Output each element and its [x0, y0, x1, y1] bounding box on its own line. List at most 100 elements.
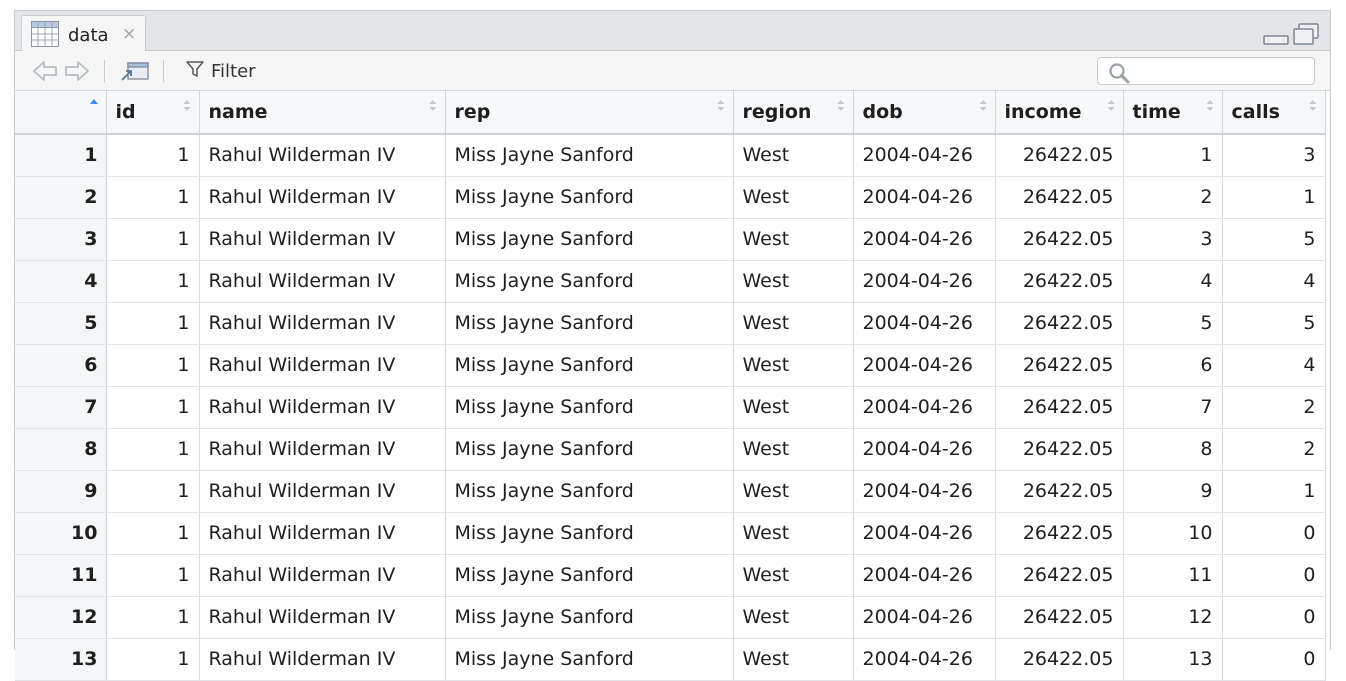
sort-ascending-icon[interactable]	[89, 98, 98, 114]
cell-dob: 2004-04-26	[853, 554, 996, 597]
cell-dob: 2004-04-26	[853, 260, 996, 303]
cell-region: West	[733, 554, 854, 597]
cell-income: 26422.05	[995, 260, 1124, 303]
tab-data[interactable]: data ×	[21, 15, 146, 52]
cell-calls: 2	[1222, 428, 1326, 471]
column-header-calls[interactable]: calls	[1222, 91, 1326, 135]
row-number: 4	[15, 260, 107, 303]
cell-region: West	[733, 470, 854, 513]
cell-income: 26422.05	[995, 176, 1124, 219]
table-row[interactable]: 9 1 Rahul Wilderman IV Miss Jayne Sanford We…	[15, 470, 1326, 513]
table-row[interactable]: 12 1 Rahul Wilderman IV Miss Jayne Sanford W…	[15, 596, 1326, 639]
cell-region: West	[733, 386, 854, 429]
sort-icon[interactable]	[1206, 98, 1214, 114]
cell-income: 26422.05	[995, 134, 1124, 177]
cell-name: Rahul Wilderman IV	[199, 134, 446, 177]
table-row[interactable]: 8 1 Rahul Wilderman IV Miss Jayne Sanford We…	[15, 428, 1326, 471]
data-table: id name rep region dob income time calls 1 1 Rahu…	[15, 91, 1326, 681]
cell-id: 1	[106, 596, 200, 639]
cell-region: West	[733, 344, 854, 387]
cell-calls: 2	[1222, 386, 1326, 429]
cell-time: 5	[1123, 302, 1223, 345]
cell-calls: 1	[1222, 470, 1326, 513]
close-icon[interactable]: ×	[122, 24, 136, 44]
cell-id: 1	[106, 386, 200, 429]
sort-icon[interactable]	[1309, 98, 1317, 114]
column-header-time[interactable]: time	[1123, 91, 1223, 135]
cell-income: 26422.05	[995, 470, 1124, 513]
column-header-label: region	[742, 101, 812, 123]
table-row[interactable]: 11 1 Rahul Wilderman IV Miss Jayne Sanford W…	[15, 554, 1326, 597]
cell-income: 26422.05	[995, 428, 1124, 471]
column-header-rep[interactable]: rep	[445, 91, 734, 135]
toolbar-separator	[163, 60, 164, 82]
cell-name: Rahul Wilderman IV	[199, 218, 446, 261]
cell-time: 7	[1123, 386, 1223, 429]
cell-name: Rahul Wilderman IV	[199, 554, 446, 597]
table-row[interactable]: 7 1 Rahul Wilderman IV Miss Jayne Sanford We…	[15, 386, 1326, 429]
cell-dob: 2004-04-26	[853, 596, 996, 639]
column-header-name[interactable]: name	[199, 91, 446, 135]
cell-dob: 2004-04-26	[853, 428, 996, 471]
cell-dob: 2004-04-26	[853, 302, 996, 345]
cell-rep: Miss Jayne Sanford	[445, 260, 734, 303]
cell-time: 8	[1123, 428, 1223, 471]
maximize-icon[interactable]	[1293, 23, 1319, 45]
row-number: 1	[15, 134, 107, 177]
table-row[interactable]: 5 1 Rahul Wilderman IV Miss Jayne Sanford We…	[15, 302, 1326, 345]
cell-calls: 0	[1222, 638, 1326, 681]
cell-id: 1	[106, 512, 200, 555]
sort-icon[interactable]	[429, 98, 437, 114]
data-grid: id name rep region dob income time calls 1 1 Rahu…	[15, 91, 1330, 681]
table-row[interactable]: 13 1 Rahul Wilderman IV Miss Jayne Sanford W…	[15, 638, 1326, 681]
table-row[interactable]: 1 1 Rahul Wilderman IV Miss Jayne Sanford We…	[15, 134, 1326, 177]
minimize-icon[interactable]	[1263, 35, 1289, 45]
cell-income: 26422.05	[995, 218, 1124, 261]
table-row[interactable]: 4 1 Rahul Wilderman IV Miss Jayne Sanford We…	[15, 260, 1326, 303]
forward-arrow-icon[interactable]	[63, 59, 91, 87]
table-row[interactable]: 2 1 Rahul Wilderman IV Miss Jayne Sanford We…	[15, 176, 1326, 219]
back-arrow-icon[interactable]	[31, 59, 59, 87]
column-header-rownum[interactable]	[15, 91, 107, 135]
sort-icon[interactable]	[183, 98, 191, 114]
cell-calls: 3	[1222, 134, 1326, 177]
table-row[interactable]: 10 1 Rahul Wilderman IV Miss Jayne Sanford W…	[15, 512, 1326, 555]
table-row[interactable]: 3 1 Rahul Wilderman IV Miss Jayne Sanford We…	[15, 218, 1326, 261]
cell-income: 26422.05	[995, 512, 1124, 555]
sort-icon[interactable]	[837, 98, 845, 114]
sort-icon[interactable]	[717, 98, 725, 114]
cell-calls: 5	[1222, 302, 1326, 345]
column-header-region[interactable]: region	[733, 91, 854, 135]
row-number: 13	[15, 638, 107, 681]
popout-icon[interactable]	[120, 59, 150, 87]
cell-rep: Miss Jayne Sanford	[445, 512, 734, 555]
cell-id: 1	[106, 218, 200, 261]
row-number: 2	[15, 176, 107, 219]
cell-rep: Miss Jayne Sanford	[445, 596, 734, 639]
sort-icon[interactable]	[979, 98, 987, 114]
column-header-label: rep	[454, 101, 491, 123]
column-header-label: dob	[862, 101, 903, 123]
search-input[interactable]	[1134, 60, 1308, 84]
cell-time: 1	[1123, 134, 1223, 177]
cell-income: 26422.05	[995, 344, 1124, 387]
column-header-income[interactable]: income	[995, 91, 1124, 135]
filter-icon	[185, 59, 205, 83]
column-header-dob[interactable]: dob	[853, 91, 996, 135]
filter-button[interactable]: Filter	[185, 59, 256, 83]
search-box[interactable]	[1097, 57, 1315, 85]
cell-id: 1	[106, 344, 200, 387]
row-number: 3	[15, 218, 107, 261]
cell-calls: 0	[1222, 512, 1326, 555]
column-header-id[interactable]: id	[106, 91, 200, 135]
cell-name: Rahul Wilderman IV	[199, 638, 446, 681]
row-number: 10	[15, 512, 107, 555]
cell-time: 11	[1123, 554, 1223, 597]
cell-name: Rahul Wilderman IV	[199, 344, 446, 387]
table-row[interactable]: 6 1 Rahul Wilderman IV Miss Jayne Sanford We…	[15, 344, 1326, 387]
cell-income: 26422.05	[995, 638, 1124, 681]
column-header-label: income	[1004, 101, 1082, 123]
cell-region: West	[733, 512, 854, 555]
sort-icon[interactable]	[1107, 98, 1115, 114]
tab-label: data	[68, 25, 109, 46]
